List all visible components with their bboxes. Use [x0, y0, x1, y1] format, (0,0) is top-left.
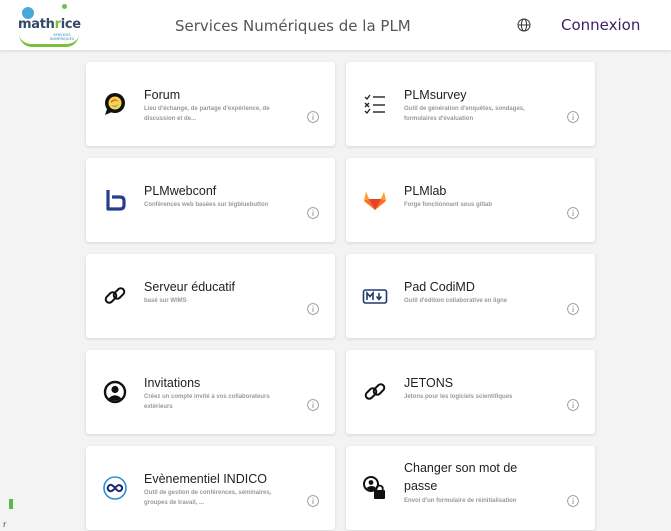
checklist-icon: [364, 94, 385, 114]
info-icon[interactable]: [567, 399, 579, 411]
service-card-indico[interactable]: Evènementiel INDICO Outil de gestion de …: [86, 446, 335, 530]
service-description: Conférences web basées sur bigbluebutton: [144, 202, 269, 208]
logo-green-dot: [62, 4, 67, 9]
service-description: Créez un compte invité à vos collaborate…: [144, 394, 270, 410]
info-icon[interactable]: [307, 207, 319, 219]
service-description: Outil de génération d'enquêtes, sondages…: [404, 106, 525, 122]
user-circle-icon: [103, 380, 127, 404]
service-description: Outil de gestion de conférences, séminai…: [144, 490, 272, 506]
service-card-jetons[interactable]: JETONS Jetons pour les logiciels scienti…: [346, 350, 595, 434]
service-card-plmsurvey[interactable]: PLMsurvey Outil de génération d'enquêtes…: [346, 62, 595, 146]
info-icon[interactable]: [307, 399, 319, 411]
service-card-serveur-educatif[interactable]: Serveur éducatif basé sur WIMS: [86, 254, 335, 338]
service-card-pad-codimd[interactable]: Pad CodiMD Outil d'édition collaborative…: [346, 254, 595, 338]
page-title: Services Numériques de la PLM: [175, 17, 411, 35]
service-card-invitations[interactable]: Invitations Créez un compte invité à vos…: [86, 350, 335, 434]
gitlab-icon: [364, 192, 386, 210]
link-icon: [364, 383, 386, 400]
service-title: Forum: [144, 88, 181, 102]
service-title: JETONS: [404, 376, 454, 390]
service-description: Outil d'édition collaborative en ligne: [404, 298, 508, 304]
info-icon[interactable]: [307, 111, 319, 123]
service-card-plmwebconf[interactable]: PLMwebconf Conférences web basées sur bi…: [86, 158, 335, 242]
info-icon[interactable]: [567, 495, 579, 507]
service-description: Lieu d'échange, de partage d'expérience,…: [144, 106, 270, 122]
service-title: PLMwebconf: [144, 184, 217, 198]
service-title: Changer son mot de passe: [404, 461, 518, 493]
service-description: Forge fonctionnant sous gitlab: [404, 202, 492, 208]
info-icon[interactable]: [567, 303, 579, 315]
service-title: PLMlab: [404, 184, 447, 198]
info-icon[interactable]: [307, 495, 319, 507]
link-icon: [104, 287, 126, 304]
service-description: Envoi d'un formulaire de réinitialisatio…: [404, 498, 517, 504]
info-icon[interactable]: [307, 303, 319, 315]
info-icon[interactable]: [567, 111, 579, 123]
service-card-forum[interactable]: Forum Lieu d'échange, de partage d'expér…: [86, 62, 335, 146]
service-description: basé sur WIMS: [144, 298, 187, 304]
info-icon[interactable]: [567, 207, 579, 219]
side-text: r: [3, 520, 7, 529]
markdown-icon: [362, 289, 388, 304]
user-lock-icon: [363, 476, 385, 499]
globe-icon[interactable]: [517, 18, 531, 32]
service-description: Jetons pour les logiciels scientifiques: [404, 394, 513, 400]
forum-icon: [105, 93, 125, 115]
logo-tagline: SERVICES NUMÉRIQUES: [49, 33, 75, 41]
service-title: Evènementiel INDICO: [144, 472, 267, 486]
side-handle[interactable]: [9, 499, 13, 509]
service-title: Pad CodiMD: [404, 280, 475, 294]
logo-wordmark: mathrice: [18, 17, 81, 32]
service-card-plmlab[interactable]: PLMlab Forge fonctionnant sous gitlab: [346, 158, 595, 242]
mathrice-logo[interactable]: mathrice SERVICES NUMÉRIQUES: [18, 4, 81, 47]
top-bar: mathrice SERVICES NUMÉRIQUES Services Nu…: [0, 0, 671, 50]
service-card-changer-mot-de-passe[interactable]: Changer son mot de passe Envoi d'un form…: [346, 446, 595, 530]
login-link[interactable]: Connexion: [561, 16, 640, 34]
bigbluebutton-icon: [106, 190, 126, 211]
service-title: Invitations: [144, 376, 201, 390]
service-title: PLMsurvey: [404, 88, 467, 102]
indico-icon: [103, 476, 127, 500]
service-title: Serveur éducatif: [144, 280, 236, 294]
